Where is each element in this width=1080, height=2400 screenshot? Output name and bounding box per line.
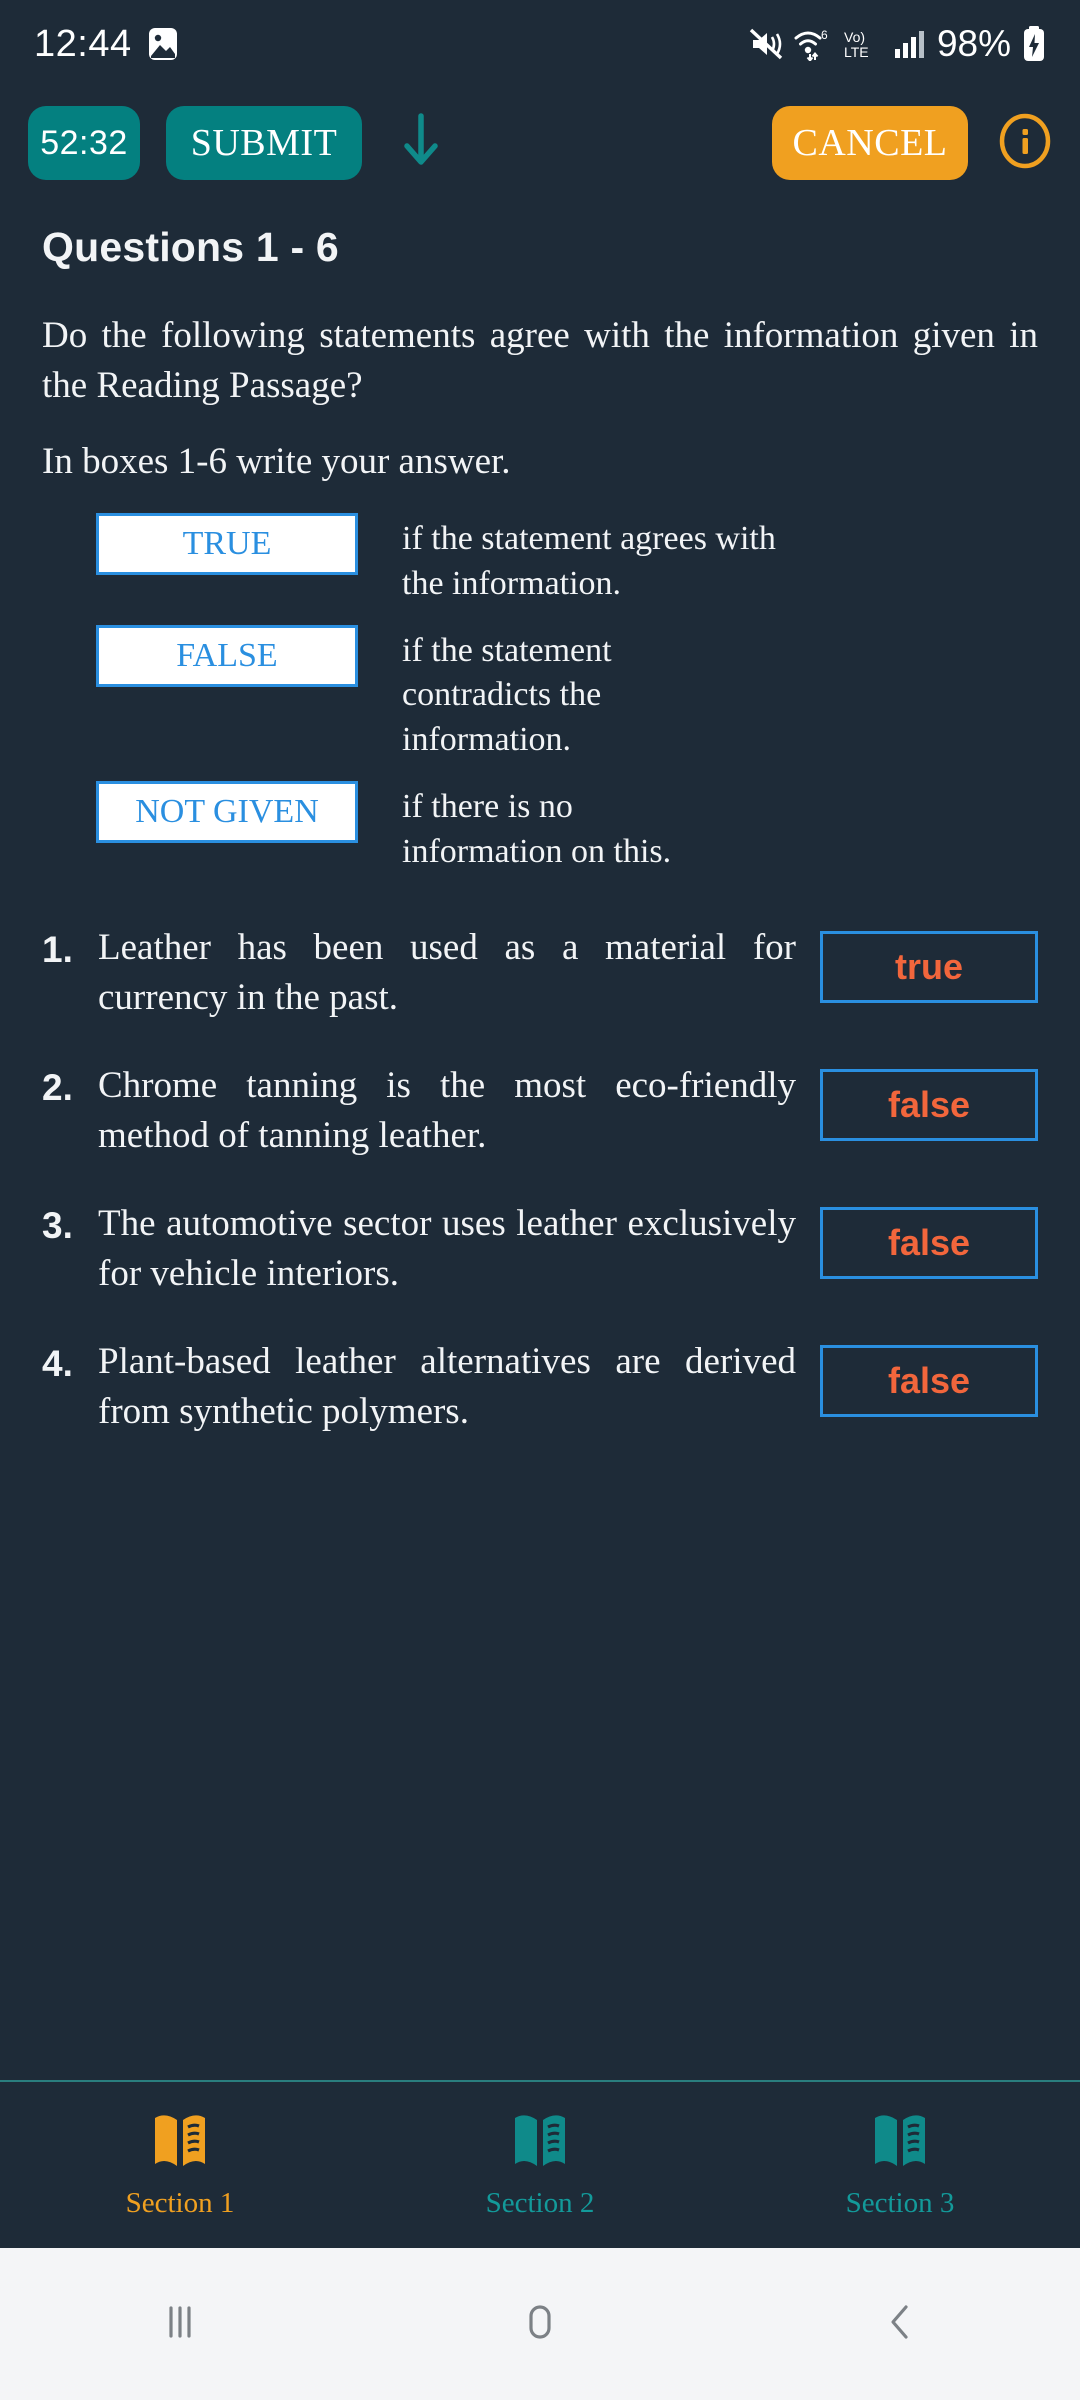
svg-text:LTE: LTE [844,44,869,60]
svg-text:Vo): Vo) [844,29,865,45]
question-text-1: Leather has been used as a material for … [98,926,796,1018]
answer-box-4[interactable]: false [820,1344,1038,1417]
question-text-4: Plant-based leather alternatives are der… [98,1340,796,1432]
status-bar-left: 12:44 [34,23,178,66]
legend-row: FALSE if the statement contradicts the i… [42,624,1038,764]
question-item-3: false 3. The automotive sector uses leat… [42,1199,1038,1299]
question-text-2: Chrome tanning is the most eco-friendly … [98,1064,796,1156]
submit-button[interactable]: SUBMIT [166,106,362,180]
answer-box-3[interactable]: false [820,1206,1038,1279]
question-number-2: 2. [42,1066,73,1108]
recents-button[interactable] [0,2296,360,2353]
nav-label-section-3: Section 3 [845,2187,955,2219]
question-item-2: false 2. Chrome tanning is the most eco-… [42,1061,1038,1161]
question-number-3: 3. [42,1204,73,1246]
home-button[interactable] [360,2296,720,2353]
info-circle-icon [996,112,1054,175]
android-system-nav [0,2248,1080,2400]
cancel-button[interactable]: CANCEL [772,106,968,180]
legend-row: TRUE if the statement agrees with the in… [42,512,1038,607]
question-body: 1. Leather has been used as a material f… [42,923,796,1023]
phone-screen: 12:44 6 Vo) LTE 98% 52:32 SUBMIT CANCEL … [0,0,1080,2400]
status-bar: 12:44 6 Vo) LTE 98% [0,0,1080,88]
section-bottom-nav: Section 1 Section 2 Section 3 [0,2080,1080,2248]
svg-text:6: 6 [821,28,828,42]
nav-item-section-3[interactable]: Section 3 [720,2110,1080,2220]
question-number-4: 4. [42,1342,73,1384]
page-title: Questions 1 - 6 [42,224,339,270]
nav-label-section-1: Section 1 [125,2187,235,2219]
legend-box-true: TRUE [96,512,358,575]
nav-item-section-1[interactable]: Section 1 [0,2110,360,2220]
scroll-down-button[interactable] [362,112,480,175]
legend-box-false: FALSE [96,624,358,687]
back-icon [874,2296,926,2353]
arrow-down-icon [399,112,443,175]
signal-bars-icon [894,29,926,59]
book-icon [151,2110,209,2177]
exam-toolbar: 52:32 SUBMIT CANCEL [0,88,1080,198]
book-icon [871,2110,929,2177]
wifi6-icon: 6 [794,27,832,61]
battery-percent-label: 98% [936,23,1011,64]
answer-box-2[interactable]: false [820,1068,1038,1141]
question-item-1: true 1. Leather has been used as a mater… [42,923,1038,1023]
nav-label-section-2: Section 2 [485,2187,595,2219]
legend-row: NOT GIVEN if there is no information on … [42,781,1038,875]
battery-charging-icon [1022,26,1046,62]
recents-icon [154,2296,206,2353]
image-icon [148,27,178,61]
status-clock: 12:44 [34,22,132,65]
status-bar-right: 6 Vo) LTE 98% [749,23,1046,65]
legend-desc-true: if the statement agrees with the informa… [402,519,776,602]
nav-item-section-2[interactable]: Section 2 [360,2110,720,2220]
back-button[interactable] [720,2296,1080,2353]
legend-desc-false: if the statement contradicts the informa… [402,631,612,759]
question-body: 3. The automotive sector uses leather ex… [42,1199,796,1299]
question-item-4: false 4. Plant-based leather alternative… [42,1337,1038,1437]
question-body: 2. Chrome tanning is the most eco-friend… [42,1061,796,1161]
questions-list: true 1. Leather has been used as a mater… [42,923,1038,1437]
answer-box-1[interactable]: true [820,930,1038,1003]
intro-paragraph: Do the following statements agree with t… [42,315,1038,406]
timer-display[interactable]: 52:32 [28,106,140,180]
answer-legend: TRUE if the statement agrees with the in… [42,512,1038,875]
question-text-3: The automotive sector uses leather exclu… [98,1202,796,1294]
mute-icon [749,27,783,61]
book-icon [511,2110,569,2177]
question-number-1: 1. [42,928,73,970]
instruction-paragraph: In boxes 1-6 write your answer. [42,440,511,482]
question-body: 4. Plant-based leather alternatives are … [42,1337,796,1437]
legend-box-not-given: NOT GIVEN [96,781,358,844]
home-icon [514,2296,566,2353]
volte-lte-icon: Vo) LTE [843,27,883,61]
legend-desc-not-given: if there is no information on this. [402,788,672,871]
info-button[interactable] [996,112,1054,175]
question-panel: Questions 1 - 6 Do the following stateme… [0,198,1080,2080]
